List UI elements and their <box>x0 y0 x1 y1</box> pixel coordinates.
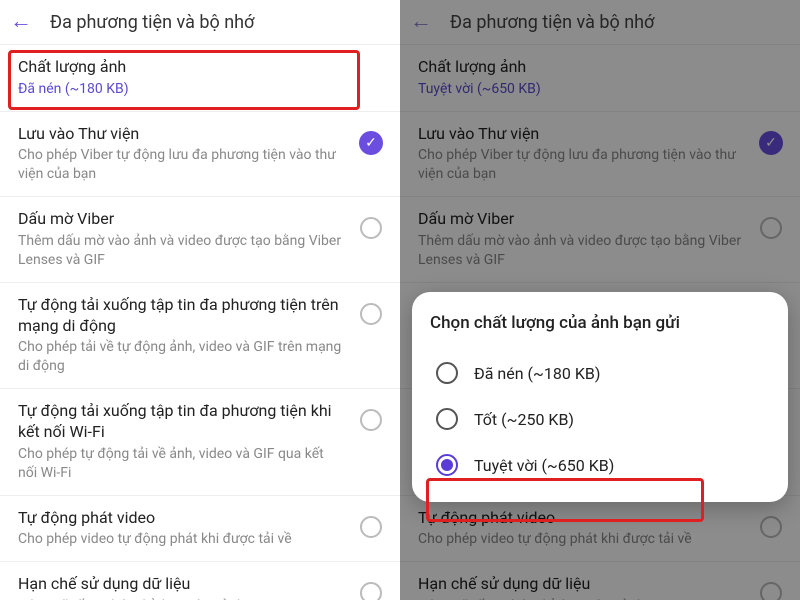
checkbox-unchecked[interactable] <box>358 580 384 600</box>
checkbox-unchecked[interactable] <box>358 407 384 433</box>
phone-right: ← Đa phương tiện và bộ nhớ Chất lượng ản… <box>400 0 800 600</box>
option-label: Tốt (~250 KB) <box>474 410 574 429</box>
checkbox-unchecked[interactable] <box>358 215 384 241</box>
row-title: Tự động tải xuống tập tin đa phương tiện… <box>18 401 346 443</box>
row-subtitle: Cho phép tự động tải về ảnh, video và GI… <box>18 445 346 483</box>
checkbox-unchecked[interactable] <box>358 514 384 540</box>
row-restrict-data[interactable]: Hạn chế sử dụng dữ liệu Viber sẽ tối ưu … <box>400 562 800 600</box>
row-save-to-library[interactable]: Lưu vào Thư viện Cho phép Viber tự động … <box>400 112 800 198</box>
radio-icon <box>436 408 458 430</box>
checkbox-checked[interactable]: ✓ <box>358 130 384 156</box>
row-save-to-library[interactable]: Lưu vào Thư viện Cho phép Viber tự động … <box>0 112 400 198</box>
quality-dialog: Chọn chất lượng của ảnh bạn gửi Đã nén (… <box>412 292 788 502</box>
row-subtitle: Cho phép tải về tự động ảnh, video và GI… <box>18 338 346 376</box>
back-icon[interactable]: ← <box>410 11 432 33</box>
row-image-quality[interactable]: Chất lượng ảnh Đã nén (~180 KB) <box>0 45 400 112</box>
option-label: Đã nén (~180 KB) <box>474 364 600 383</box>
checkmark-icon: ✓ <box>359 131 383 155</box>
back-icon[interactable]: ← <box>10 11 32 33</box>
row-title: Chất lượng ảnh <box>418 57 784 78</box>
row-subtitle: Tuyệt vời (~650 KB) <box>418 80 784 99</box>
row-subtitle: Thêm dấu mờ vào ảnh và video được tạo bằ… <box>418 232 746 270</box>
option-compressed[interactable]: Đã nén (~180 KB) <box>430 350 770 396</box>
row-subtitle: Cho phép video tự động phát khi được tải… <box>418 530 746 549</box>
row-subtitle: Cho phép Viber tự động lưu đa phương tiệ… <box>418 146 746 184</box>
checkbox-checked[interactable]: ✓ <box>758 130 784 156</box>
settings-list: Chất lượng ảnh Đã nén (~180 KB) Lưu vào … <box>0 45 400 600</box>
row-autodownload-wifi[interactable]: Tự động tải xuống tập tin đa phương tiện… <box>0 389 400 495</box>
checkmark-icon: ✓ <box>759 131 783 155</box>
row-subtitle: Đã nén (~180 KB) <box>18 80 384 99</box>
row-title: Tự động phát video <box>18 508 346 529</box>
row-title: Lưu vào Thư viện <box>18 124 346 145</box>
phone-left: ← Đa phương tiện và bộ nhớ Chất lượng ản… <box>0 0 400 600</box>
appbar: ← Đa phương tiện và bộ nhớ <box>400 0 800 45</box>
checkbox-unchecked[interactable] <box>358 301 384 327</box>
checkbox-unchecked[interactable] <box>758 215 784 241</box>
radio-icon <box>436 454 458 476</box>
row-title: Chất lượng ảnh <box>18 57 384 78</box>
row-title: Tự động tải xuống tập tin đa phương tiện… <box>18 295 346 337</box>
row-image-quality[interactable]: Chất lượng ảnh Tuyệt vời (~650 KB) <box>400 45 800 112</box>
row-autoplay-video[interactable]: Tự động phát video Cho phép video tự độn… <box>0 496 400 563</box>
appbar: ← Đa phương tiện và bộ nhớ <box>0 0 400 45</box>
checkbox-unchecked[interactable] <box>758 580 784 600</box>
radio-icon <box>436 362 458 384</box>
row-subtitle: Thêm dấu mờ vào ảnh và video được tạo bằ… <box>18 232 346 270</box>
option-label: Tuyệt vời (~650 KB) <box>474 456 614 475</box>
row-title: Dấu mờ Viber <box>418 209 746 230</box>
row-title: Hạn chế sử dụng dữ liệu <box>18 574 346 595</box>
row-restrict-data[interactable]: Hạn chế sử dụng dữ liệu Viber sẽ tối ưu … <box>0 562 400 600</box>
checkbox-unchecked[interactable] <box>758 514 784 540</box>
row-watermark[interactable]: Dấu mờ Viber Thêm dấu mờ vào ảnh và vide… <box>400 197 800 283</box>
appbar-title: Đa phương tiện và bộ nhớ <box>50 12 254 33</box>
row-title: Tự động phát video <box>418 508 746 529</box>
row-autodownload-mobile[interactable]: Tự động tải xuống tập tin đa phương tiện… <box>0 283 400 389</box>
dialog-title: Chọn chất lượng của ảnh bạn gửi <box>430 312 770 334</box>
row-subtitle: Cho phép Viber tự động lưu đa phương tiệ… <box>18 146 346 184</box>
row-watermark[interactable]: Dấu mờ Viber Thêm dấu mờ vào ảnh và vide… <box>0 197 400 283</box>
row-title: Lưu vào Thư viện <box>418 124 746 145</box>
option-good[interactable]: Tốt (~250 KB) <box>430 396 770 442</box>
row-subtitle: Cho phép video tự động phát khi được tải… <box>18 530 346 549</box>
option-excellent[interactable]: Tuyệt vời (~650 KB) <box>430 442 770 488</box>
row-autoplay-video[interactable]: Tự động phát video Cho phép video tự độn… <box>400 496 800 563</box>
appbar-title: Đa phương tiện và bộ nhớ <box>450 12 654 33</box>
row-title: Hạn chế sử dụng dữ liệu <box>418 574 746 595</box>
row-title: Dấu mờ Viber <box>18 209 346 230</box>
